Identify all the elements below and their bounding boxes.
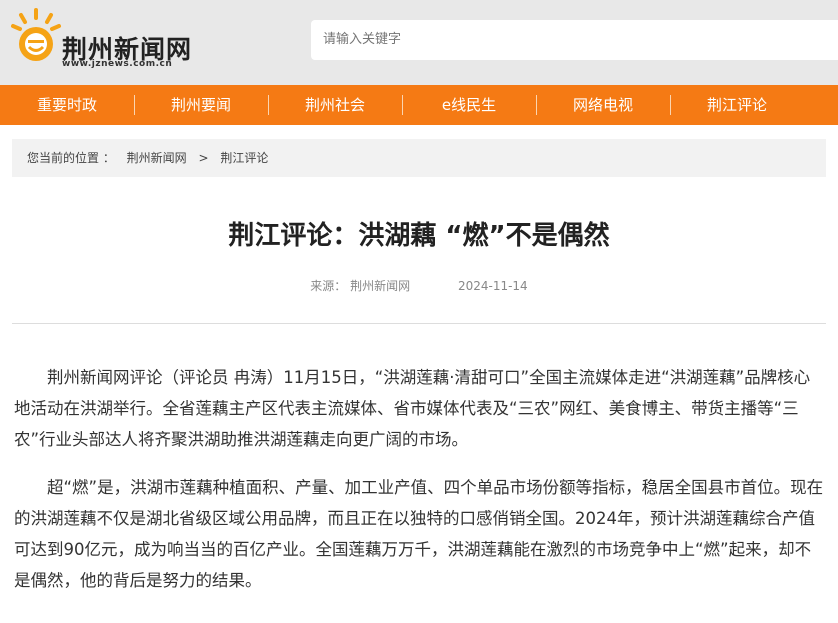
nav-item-jingzhou-news[interactable]: 荆州要闻 <box>134 85 268 125</box>
breadcrumb-current-link[interactable]: 荆江评论 <box>220 151 268 165</box>
main-nav: 重要时政 荆州要闻 荆州社会 e线民生 网络电视 荆江评论 <box>0 85 838 125</box>
article-paragraph: 超“燃”是，洪湖市莲藕种植面积、产量、加工业产值、四个单品市场份额等指标，稳居全… <box>14 478 824 590</box>
article-date: 2024-11-14 <box>457 279 528 293</box>
article-paragraph: 荆州新闻网评论（评论员 冉涛）11月15日，“洪湖莲藕·清甜可口”全国主流媒体走… <box>14 368 811 449</box>
nav-item-commentary[interactable]: 荆江评论 <box>670 85 804 125</box>
search-input[interactable] <box>311 20 838 60</box>
article-title: 荆江评论：洪湖藕 “燃”不是偶然 <box>228 221 610 251</box>
smiley-logo-icon <box>11 8 61 61</box>
article-meta: 来源： 荆州新闻网 2024-11-14 <box>0 277 838 294</box>
site-logo[interactable]: 荆州新闻网 www.jznews.com.cn <box>10 8 200 70</box>
site-header: 荆州新闻网 www.jznews.com.cn <box>0 0 838 85</box>
article-source: 来源： 荆州新闻网 <box>310 279 411 293</box>
site-url: www.jznews.com.cn <box>62 59 173 69</box>
nav-item-important-politics[interactable]: 重要时政 <box>0 85 134 125</box>
nav-item-jingzhou-society[interactable]: 荆州社会 <box>268 85 402 125</box>
breadcrumb: 您当前的位置 ： 荆州新闻网 > 荆江评论 <box>12 139 826 177</box>
breadcrumb-prefix: 您当前的位置 ： <box>27 151 115 165</box>
breadcrumb-separator: > <box>198 151 209 165</box>
nav-item-network-tv[interactable]: 网络电视 <box>536 85 670 125</box>
nav-item-livelihood[interactable]: e线民生 <box>402 85 536 125</box>
breadcrumb-home-link[interactable]: 荆州新闻网 <box>127 151 187 165</box>
article-body: 荆州新闻网评论（评论员 冉涛）11月15日，“洪湖莲藕·清甜可口”全国主流媒体走… <box>14 362 826 613</box>
divider <box>12 323 826 324</box>
